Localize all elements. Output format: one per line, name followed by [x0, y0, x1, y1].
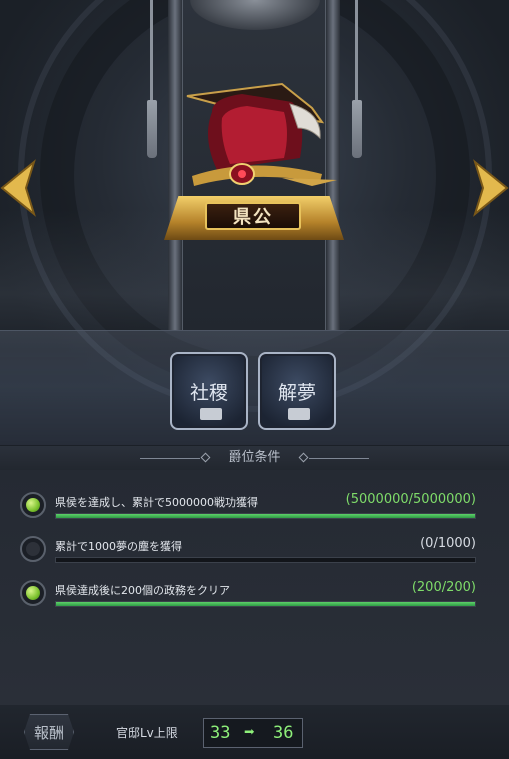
tassel-left	[147, 100, 157, 158]
conditions-list: 県侯を達成し、累計で5000000戦功獲得 (5000000/5000000) …	[0, 470, 509, 705]
condition-status-icon	[20, 536, 46, 562]
footer: 報酬 官邸Lv上限 33 ➡ 36	[0, 705, 509, 759]
header-line-right	[309, 458, 369, 459]
level-cap-box: 33 ➡ 36	[203, 718, 303, 748]
top-crest	[190, 0, 320, 30]
tassel-right	[352, 100, 362, 158]
header-line-left	[140, 458, 200, 459]
header-diamond-right-icon	[298, 452, 309, 463]
condition-progress-bar	[55, 513, 476, 519]
button-band	[0, 330, 509, 445]
condition-value: (0/1000)	[420, 536, 476, 551]
shashoku-label: 社稷	[189, 382, 228, 404]
header-diamond-left-icon	[200, 452, 211, 463]
conditions-title: 爵位条件	[228, 450, 281, 465]
condition-progress-bar	[55, 601, 476, 607]
condition-text: 県侯達成後に200個の政務をクリア	[55, 584, 230, 597]
condition-row: 累計で1000夢の塵を獲得 (0/1000)	[0, 524, 509, 568]
condition-progress-fill	[56, 514, 475, 518]
level-from: 33	[210, 723, 231, 743]
conditions-header: 爵位条件	[0, 446, 509, 470]
condition-status-icon	[20, 580, 46, 606]
condition-status-icon	[20, 492, 46, 518]
condition-text: 累計で1000夢の塵を獲得	[55, 540, 182, 553]
arrow-right-icon: ➡	[244, 722, 255, 743]
condition-value: (5000000/5000000)	[345, 492, 476, 507]
shashoku-pin-icon	[200, 408, 222, 420]
kaimu-label: 解夢	[277, 382, 316, 404]
rank-title: 県公	[205, 202, 301, 230]
reward-button[interactable]: 報酬	[24, 714, 74, 750]
kaimu-pin-icon	[288, 408, 310, 420]
arrow-right-icon[interactable]	[469, 158, 509, 218]
condition-text: 県侯を達成し、累計で5000000戦功獲得	[55, 496, 258, 509]
kaimu-button[interactable]: 解夢	[258, 352, 336, 430]
shashoku-button[interactable]: 社稷	[170, 352, 248, 430]
level-to: 36	[273, 723, 294, 743]
condition-progress-bar	[55, 557, 476, 563]
condition-progress-fill	[56, 602, 475, 606]
condition-row: 県侯を達成し、累計で5000000戦功獲得 (5000000/5000000)	[0, 480, 509, 524]
level-cap-label: 官邸Lv上限	[116, 726, 178, 740]
condition-value: (200/200)	[411, 580, 476, 595]
arrow-left-icon[interactable]	[0, 158, 40, 218]
condition-row: 県侯達成後に200個の政務をクリア (200/200)	[0, 568, 509, 612]
official-hat-icon	[186, 82, 337, 186]
